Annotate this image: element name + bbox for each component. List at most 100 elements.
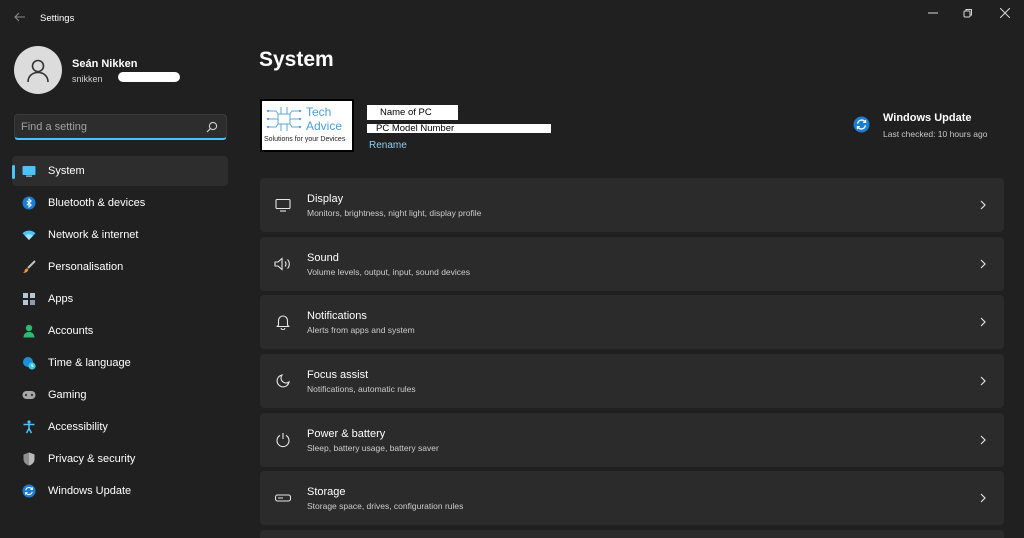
card-storage[interactable]: Storage Storage space, drives, configura… (260, 471, 1004, 526)
sidebar-item-label: Privacy & security (48, 453, 136, 465)
brush-icon (22, 260, 36, 274)
windows-update-title[interactable]: Windows Update (883, 112, 972, 124)
sidebar-item-system[interactable]: System (12, 156, 228, 186)
card-display[interactable]: Display Monitors, brightness, night ligh… (260, 178, 1004, 232)
chevron-right-icon (980, 435, 986, 445)
sidebar-item-label: Apps (48, 293, 74, 305)
sidebar-item-label: Accounts (48, 325, 94, 337)
sidebar-item-accessibility[interactable]: Accessibility (12, 412, 228, 442)
sidebar-item-time-language[interactable]: Time & language (12, 348, 228, 378)
sidebar-nav: System Bluetooth & devices Network & int… (12, 156, 228, 508)
circuit-logo-icon (266, 107, 302, 131)
card-sound[interactable]: Sound Volume levels, output, input, soun… (260, 236, 1004, 291)
pc-model: PC Model Number (376, 123, 455, 134)
sidebar-item-label: Bluetooth & devices (48, 197, 146, 209)
selection-indicator (12, 165, 15, 179)
email-redaction (118, 72, 180, 82)
sidebar-item-label: System (48, 165, 85, 177)
time-language-icon (22, 356, 36, 370)
sidebar-item-label: Time & language (48, 357, 131, 369)
sidebar-item-label: Windows Update (48, 485, 132, 497)
title-bar: Settings (0, 0, 1024, 38)
search-icon[interactable] (206, 121, 218, 133)
windows-update-status: Last checked: 10 hours ago (883, 129, 988, 139)
user-name: Seán Nikken (72, 58, 138, 70)
card-title: Notifications (307, 310, 367, 323)
power-icon (274, 431, 292, 449)
rename-link[interactable]: Rename (369, 140, 407, 151)
monitor-icon (274, 196, 292, 214)
avatar[interactable] (14, 46, 62, 94)
minimize-icon (928, 12, 938, 14)
card-partial[interactable] (260, 530, 1004, 538)
accessibility-icon (22, 420, 36, 434)
system-icon (22, 164, 36, 178)
accounts-icon (22, 324, 36, 338)
sidebar-item-label: Personalisation (48, 261, 124, 273)
card-description: Storage space, drives, configuration rul… (307, 501, 464, 512)
sidebar-item-windows-update[interactable]: Windows Update (12, 476, 228, 506)
sidebar-item-bluetooth-devices[interactable]: Bluetooth & devices (12, 188, 228, 218)
windows-update-status-icon[interactable] (853, 116, 870, 133)
restore-icon (963, 9, 972, 18)
restore-button[interactable] (951, 4, 985, 22)
settings-card-list: Display Monitors, brightness, night ligh… (260, 178, 1004, 538)
page-title: System (259, 48, 334, 71)
pc-name: Name of PC (380, 107, 432, 118)
sidebar-item-accounts[interactable]: Accounts (12, 316, 228, 346)
sidebar-item-network-internet[interactable]: Network & internet (12, 220, 228, 250)
back-button[interactable] (10, 10, 30, 28)
card-title: Storage (307, 486, 346, 499)
minimize-button[interactable] (916, 4, 950, 22)
search-box[interactable] (14, 114, 227, 140)
sidebar-item-label: Gaming (48, 389, 87, 401)
card-description: Sleep, battery usage, battery saver (307, 442, 439, 453)
close-button[interactable] (988, 4, 1022, 22)
user-profile[interactable]: Seán Nikken snikken (14, 46, 234, 96)
search-input[interactable] (21, 119, 201, 135)
chevron-right-icon (980, 200, 986, 210)
user-email: snikken (72, 74, 103, 84)
chevron-right-icon (980, 494, 986, 503)
app-title: Settings (40, 13, 75, 24)
sidebar-item-label: Accessibility (48, 421, 108, 433)
bell-icon (274, 313, 292, 331)
back-arrow-icon (14, 12, 25, 22)
card-focus-assist[interactable]: Focus assist Notifications, automatic ru… (260, 354, 1004, 409)
sidebar-item-apps[interactable]: Apps (12, 284, 228, 314)
card-notifications[interactable]: Notifications Alerts from apps and syste… (260, 295, 1004, 350)
card-title: Focus assist (307, 369, 369, 382)
card-title: Display (307, 193, 344, 205)
sidebar-item-privacy-security[interactable]: Privacy & security (12, 444, 228, 474)
sidebar-item-label: Network & internet (48, 229, 139, 241)
sidebar-item-gaming[interactable]: Gaming (12, 380, 228, 410)
drive-icon (274, 489, 292, 507)
moon-icon (274, 372, 292, 390)
close-icon (1000, 8, 1010, 18)
gaming-icon (22, 388, 36, 402)
device-logo: Tech Advice Solutions for your Devices (260, 99, 354, 152)
wifi-icon (22, 228, 36, 242)
chevron-right-icon (980, 259, 986, 269)
pc-name-label: Name of PC (367, 105, 458, 120)
card-description: Notifications, automatic rules (307, 384, 416, 395)
chevron-right-icon (980, 317, 986, 327)
card-power-battery[interactable]: Power & battery Sleep, battery usage, ba… (260, 412, 1004, 467)
person-icon (27, 59, 49, 83)
card-description: Alerts from apps and system (307, 325, 415, 336)
sidebar-item-personalisation[interactable]: Personalisation (12, 252, 228, 282)
speaker-icon (274, 255, 292, 273)
shield-icon (22, 452, 36, 466)
card-title: Power & battery (307, 427, 386, 440)
chevron-right-icon (980, 376, 986, 386)
card-description: Volume levels, output, input, sound devi… (307, 266, 471, 277)
apps-icon (22, 292, 36, 306)
logo-tagline: Solutions for your Devices (264, 136, 346, 143)
windows-update-icon (22, 484, 36, 498)
logo-text: Advice (306, 119, 343, 133)
card-description: Monitors, brightness, night light, displ… (307, 208, 482, 218)
card-title: Sound (307, 251, 339, 264)
bluetooth-icon (22, 196, 36, 210)
pc-model-label: PC Model Number (367, 123, 551, 134)
logo-text: Tech (306, 105, 332, 119)
